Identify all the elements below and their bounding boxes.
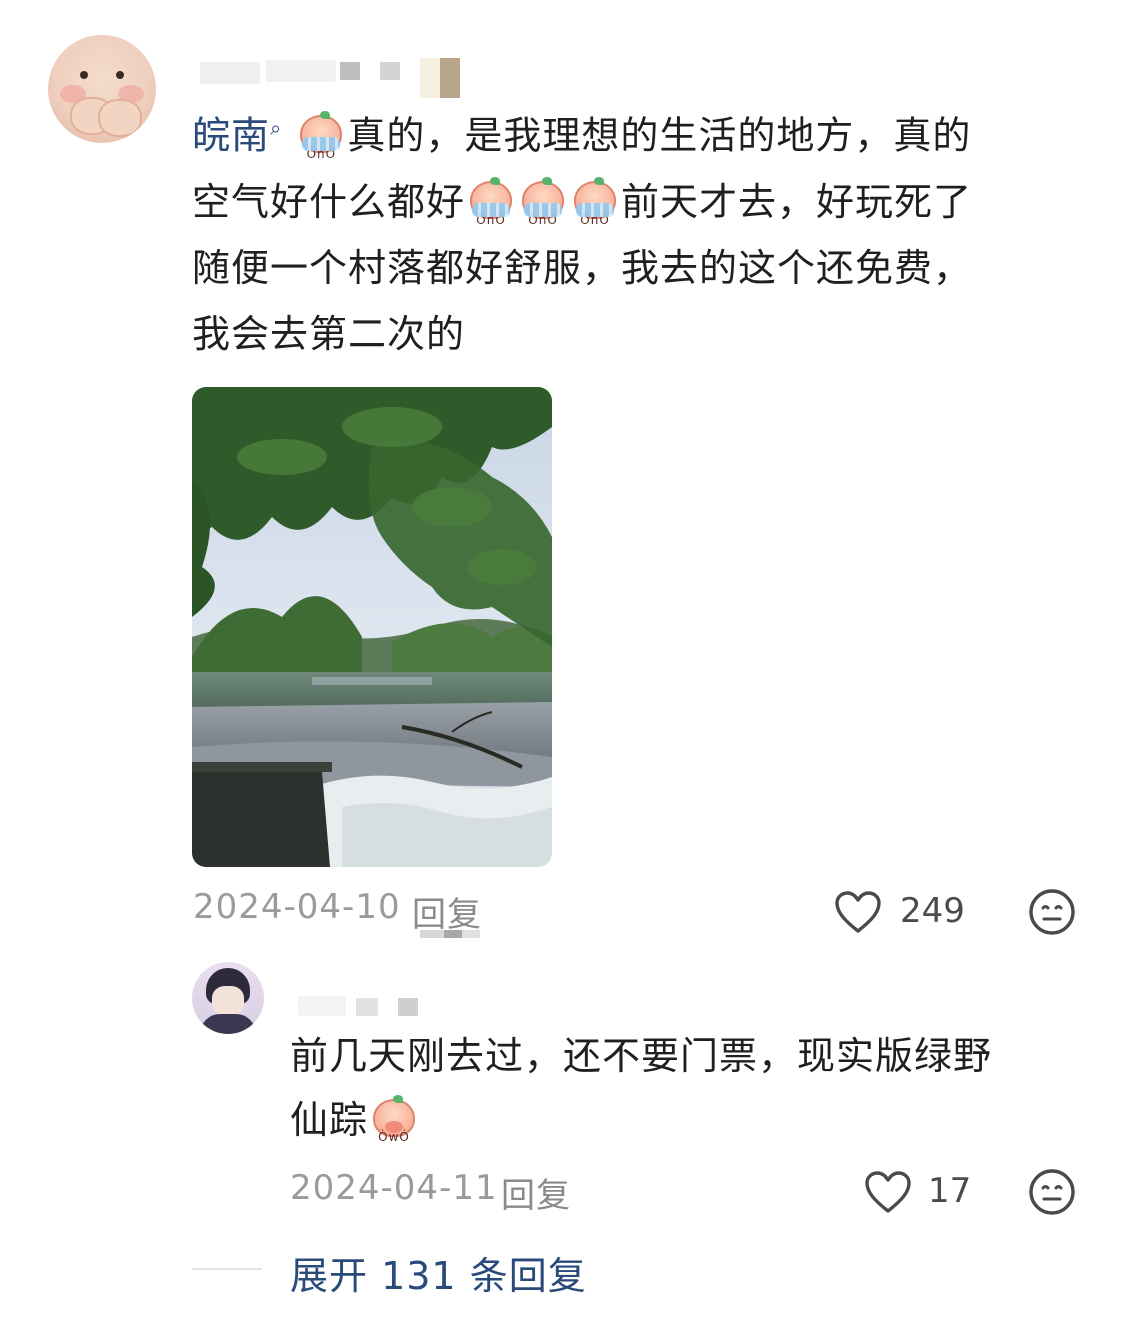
comment-line-1: 皖南⌕ ÒnÓ 真的，是我理想的生活的地方，真的 [192, 95, 1072, 169]
expand-divider [192, 1268, 262, 1270]
crying-peach-emoji-icon: ÒnÓ [296, 110, 346, 161]
neutral-face-icon [1029, 1169, 1075, 1215]
comment-text-segment-1: 真的，是我理想的生活的地方，真的 [347, 113, 972, 158]
commenter-avatar[interactable] [48, 35, 156, 143]
search-location-icon[interactable]: ⌕ [270, 116, 282, 140]
comment-line-3: 随便一个村落都好舒服，我去的这个还免费， [192, 245, 973, 290]
reply-line-2: 仙踪 ÒwÓ [290, 1088, 1080, 1152]
reply-line-1: 前几天刚去过，还不要门票，现实版绿野 [290, 1034, 993, 1078]
dislike-button[interactable] [1028, 888, 1078, 938]
expand-replies-button[interactable]: 展开 131 条回复 [290, 1245, 587, 1300]
location-tag[interactable]: 皖南 [192, 114, 270, 158]
heart-outline-icon [865, 1171, 911, 1213]
reply-button[interactable]: 回复 [412, 887, 482, 936]
reply-date: 2024-04-11 [290, 1168, 498, 1208]
covering-mouth-peach-emoji-icon: ÒwÓ [369, 1095, 419, 1144]
comment-line-4: 我会去第二次的 [192, 311, 466, 356]
replier-avatar[interactable] [192, 962, 264, 1034]
reply-to-reply-button[interactable]: 回复 [501, 1168, 571, 1217]
crying-peach-emoji-icon: ÒnÓ [518, 176, 568, 227]
comment-text-segment-3: 前天才去，好玩死了 [621, 179, 973, 224]
reply-dislike-button[interactable] [1028, 1168, 1078, 1218]
commenter-username-blurred[interactable] [200, 58, 470, 98]
reply-text-segment: 仙踪 [290, 1098, 369, 1142]
crying-peach-emoji-icon: ÒnÓ [570, 176, 620, 227]
reply-like-count: 17 [928, 1171, 972, 1211]
like-button[interactable]: 249 [834, 888, 974, 938]
comment-date: 2024-04-10 [193, 887, 401, 927]
heart-outline-icon [835, 891, 881, 933]
reply-like-button[interactable]: 17 [864, 1168, 974, 1218]
like-count: 249 [900, 891, 965, 931]
river-weir-photo[interactable] [192, 387, 552, 867]
replier-username-blurred[interactable] [298, 996, 428, 1020]
neutral-face-icon [1029, 889, 1075, 935]
comment-body: 皖南⌕ ÒnÓ 真的，是我理想的生活的地方，真的 空气好什么都好 ÒnÓ ÒnÓ ÒnÓ… [192, 95, 1072, 367]
reply-underline-blur [420, 930, 480, 938]
reply-body: 前几天刚去过，还不要门票，现实版绿野 仙踪 ÒwÓ [290, 1024, 1080, 1152]
crying-peach-emoji-icon: ÒnÓ [466, 176, 516, 227]
